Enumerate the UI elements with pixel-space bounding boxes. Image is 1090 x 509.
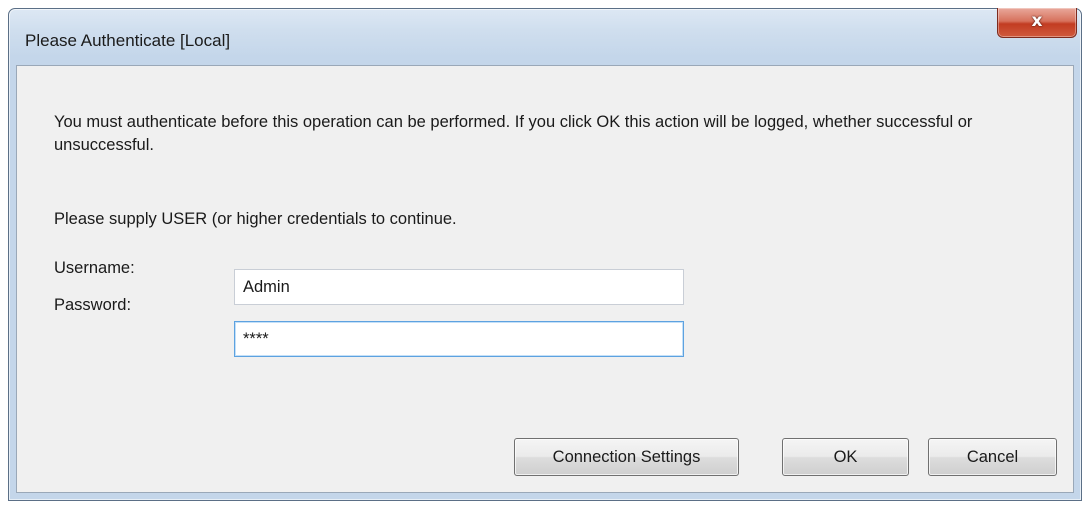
credentials-instruction: Please supply USER (or higher credential… — [54, 210, 457, 228]
username-label: Username: — [54, 259, 135, 277]
password-label: Password: — [54, 296, 132, 314]
title-bar[interactable]: Please Authenticate [Local] x — [9, 8, 1081, 65]
dialog-content: You must authenticate before this operat… — [16, 65, 1074, 493]
connection-settings-button[interactable]: Connection Settings — [514, 438, 739, 476]
close-button[interactable]: x — [997, 8, 1077, 38]
username-field[interactable] — [234, 269, 684, 305]
authenticate-dialog: Please Authenticate [Local] x You must a… — [8, 8, 1082, 501]
window-title: Please Authenticate [Local] — [25, 31, 231, 50]
password-field[interactable] — [234, 321, 684, 357]
ok-button[interactable]: OK — [782, 438, 909, 476]
cancel-button[interactable]: Cancel — [928, 438, 1057, 476]
close-icon: x — [1031, 11, 1043, 31]
authentication-message: You must authenticate before this operat… — [54, 113, 973, 154]
